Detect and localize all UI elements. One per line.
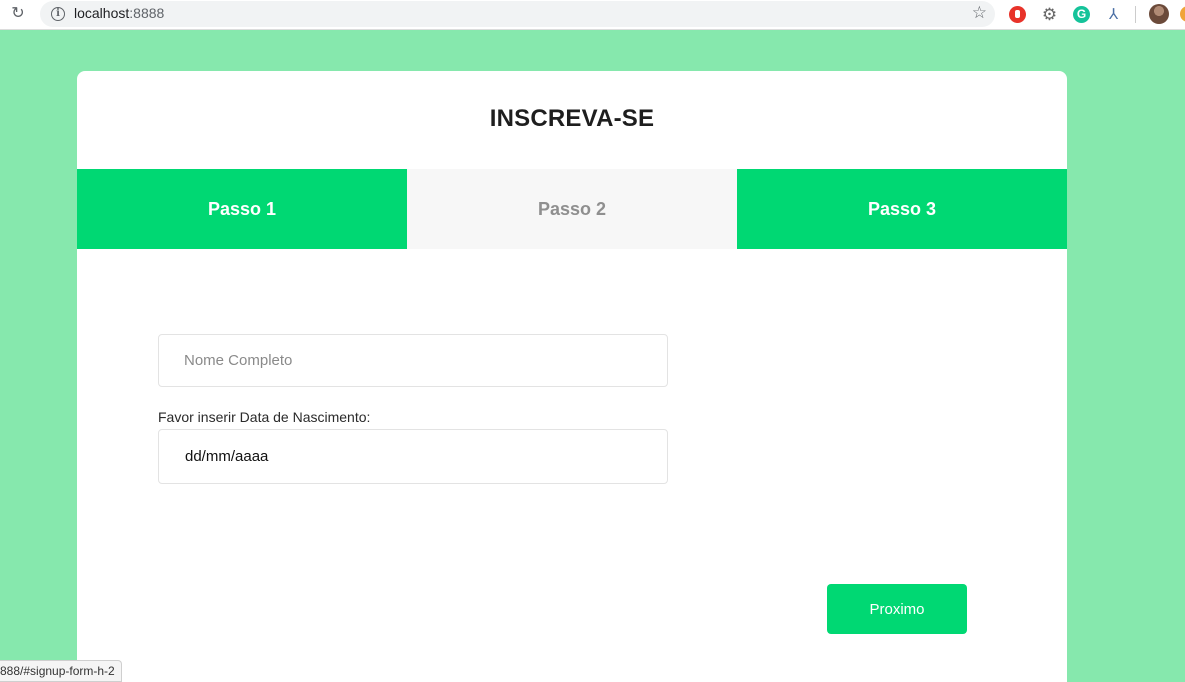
address-bar[interactable]: i localhost:8888 ☆ (40, 1, 995, 27)
signup-card: INSCREVA-SE Passo 1 Passo 2 Passo 3 Favo… (77, 71, 1067, 682)
extension-orange-icon[interactable] (1180, 6, 1185, 22)
url-port: :8888 (129, 5, 165, 21)
status-bar: 888/#signup-form-h-2 (0, 660, 122, 682)
adblock-icon[interactable] (1009, 6, 1026, 23)
info-icon[interactable]: i (51, 7, 65, 21)
page-title: INSCREVA-SE (489, 105, 655, 132)
tab-step-1[interactable]: Passo 1 (77, 169, 407, 249)
profile-avatar[interactable] (1149, 4, 1169, 24)
grammarly-icon[interactable]: G (1073, 6, 1090, 23)
birth-date-label: Favor inserir Data de Nascimento: (158, 409, 371, 425)
browser-toolbar: ↻ i localhost:8888 ☆ ⚙ G ⅄ (0, 0, 1185, 30)
step-tabs: Passo 1 Passo 2 Passo 3 (77, 169, 1067, 249)
extension-a-icon[interactable]: ⅄ (1105, 6, 1122, 23)
full-name-input[interactable] (158, 334, 668, 387)
birth-date-value: dd/mm/aaaa (185, 448, 269, 465)
tab-step-3[interactable]: Passo 3 (737, 169, 1067, 249)
url-host: localhost (74, 5, 130, 21)
next-button[interactable]: Proximo (827, 584, 967, 634)
bookmark-star-icon[interactable]: ☆ (972, 3, 987, 23)
gear-icon[interactable]: ⚙ (1041, 6, 1058, 23)
toolbar-divider (1135, 6, 1136, 23)
status-url: 888/#signup-form-h-2 (0, 664, 115, 678)
birth-date-input[interactable]: dd/mm/aaaa (158, 429, 668, 484)
tab-step-2[interactable]: Passo 2 (407, 169, 737, 249)
reload-icon[interactable]: ↻ (9, 5, 27, 23)
url-text[interactable]: localhost:8888 (74, 5, 164, 21)
